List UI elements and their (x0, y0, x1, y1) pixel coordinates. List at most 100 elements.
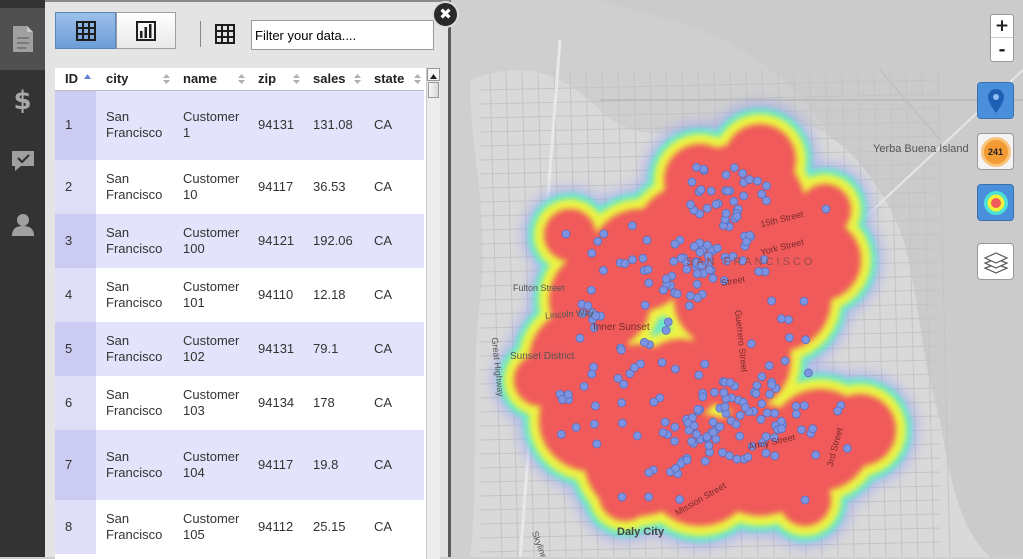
customer-point (751, 389, 761, 398)
customer-point (708, 427, 718, 437)
map-layers-button[interactable] (977, 243, 1014, 280)
table-row[interactable]: 2 San Francisco Customer 10 94117 36.53 CA (55, 160, 424, 214)
chart-view-button[interactable] (116, 12, 176, 49)
data-table: ID city name zip sales state 1 San Francisco Cu… (55, 68, 424, 554)
zoom-in-button[interactable]: + (991, 15, 1013, 38)
cell-id: 8 (55, 500, 96, 554)
cell-sales: 192.06 (303, 214, 364, 268)
sort-icon (354, 74, 361, 84)
customer-point (800, 401, 809, 411)
column-header-sales[interactable]: sales (303, 68, 364, 91)
column-header-state[interactable]: state (364, 68, 424, 91)
sidebar-item-finance[interactable]: $ (0, 70, 45, 132)
table-row[interactable]: 3 San Francisco Customer 100 94121 192.06 CA (55, 214, 424, 268)
customer-point (739, 191, 749, 201)
customer-point (599, 265, 608, 275)
close-panel-button[interactable]: ✖ (432, 1, 459, 28)
table-settings-grid-icon[interactable] (215, 24, 235, 44)
sort-icon (293, 74, 300, 84)
cell-sales: 25.15 (303, 500, 364, 554)
customer-point (700, 456, 710, 466)
customer-point (587, 369, 597, 379)
cell-state: CA (364, 90, 424, 160)
customer-point (770, 408, 780, 418)
customer-point (720, 402, 730, 412)
customer-point (767, 296, 776, 306)
customer-point (777, 314, 786, 324)
scroll-thumb[interactable] (428, 82, 439, 98)
cell-id: 4 (55, 268, 96, 322)
customer-point (700, 359, 710, 369)
column-header-name[interactable]: name (173, 68, 248, 91)
customer-point (669, 256, 679, 266)
sidebar-item-documents[interactable] (0, 8, 45, 70)
customer-point (742, 237, 751, 247)
sidebar-item-messages[interactable] (0, 130, 45, 192)
customer-point (587, 285, 596, 295)
sort-ascending-icon (84, 74, 91, 79)
customer-point (593, 236, 603, 246)
customer-point (692, 279, 702, 289)
table-row[interactable]: 7 San Francisco Customer 104 94117 19.8 CA (55, 430, 424, 500)
table-row[interactable]: 4 San Francisco Customer 101 94110 12.18 CA (55, 268, 424, 322)
heatmap-layer-button[interactable] (977, 184, 1014, 221)
customer-point (752, 381, 762, 390)
customer-point (640, 300, 650, 310)
filter-input[interactable] (251, 20, 434, 50)
data-table-container: ID city name zip sales state 1 San Francisco Cu… (55, 68, 426, 559)
customer-point (765, 389, 775, 399)
customer-point (644, 468, 654, 478)
customer-point (589, 362, 598, 372)
scroll-up-arrow[interactable] (427, 68, 440, 81)
cluster-layer-button[interactable]: 241 (977, 133, 1014, 170)
customer-point (670, 436, 679, 446)
cell-sales: 178 (303, 376, 364, 430)
table-row[interactable]: 5 San Francisco Customer 102 94131 79.1 CA (55, 322, 424, 376)
triangle-up-icon (430, 74, 437, 79)
sidebar-item-profile[interactable] (0, 194, 45, 256)
customer-point (587, 248, 597, 258)
cluster-icon: 241 (983, 139, 1008, 164)
app-sidebar: $ (0, 0, 45, 557)
customer-point (721, 170, 731, 180)
customer-point (676, 253, 686, 263)
customer-point (663, 317, 673, 327)
cell-name: Customer 104 (173, 430, 248, 500)
customer-point (757, 399, 767, 409)
table-row[interactable]: 8 San Francisco Customer 105 94112 25.15 CA (55, 500, 424, 554)
cell-id: 2 (55, 160, 96, 214)
customer-point (643, 265, 653, 275)
customer-point (692, 269, 702, 279)
column-header-label: city (106, 71, 129, 87)
customer-point (659, 285, 668, 295)
customer-point (649, 397, 659, 407)
table-row[interactable]: 6 San Francisco Customer 103 94134 178 CA (55, 376, 424, 430)
zoom-out-button[interactable]: - (991, 38, 1013, 61)
cell-sales: 19.8 (303, 430, 364, 500)
cell-state: CA (364, 160, 424, 214)
customer-point (618, 418, 627, 428)
customer-point (702, 203, 712, 213)
customer-point (589, 419, 599, 429)
table-row[interactable]: 1 San Francisco Customer 1 94131 131.08 CA (55, 90, 424, 160)
cell-zip: 94134 (248, 376, 303, 430)
customer-point (687, 177, 697, 187)
cell-name: Customer 103 (173, 376, 248, 430)
customer-point (762, 408, 772, 418)
grid-icon (75, 20, 96, 41)
data-panel: ID city name zipsalesstate 1San FranciscoCu… (45, 0, 451, 559)
customer-point (761, 448, 771, 458)
markers-layer-button[interactable] (977, 82, 1014, 119)
column-header-id[interactable]: ID (55, 68, 96, 91)
grid-view-button[interactable] (55, 12, 116, 49)
customer-point (561, 229, 571, 239)
map-label-daly-city: Daly City (617, 526, 665, 538)
customer-point (756, 414, 766, 424)
column-header-label: name (183, 71, 217, 87)
sort-icon (414, 74, 421, 84)
customer-point (708, 273, 718, 283)
table-scrollbar[interactable] (426, 68, 440, 559)
column-header-zip[interactable]: zip (248, 68, 303, 91)
column-header-city[interactable]: city (96, 68, 173, 91)
customer-point (671, 364, 680, 374)
